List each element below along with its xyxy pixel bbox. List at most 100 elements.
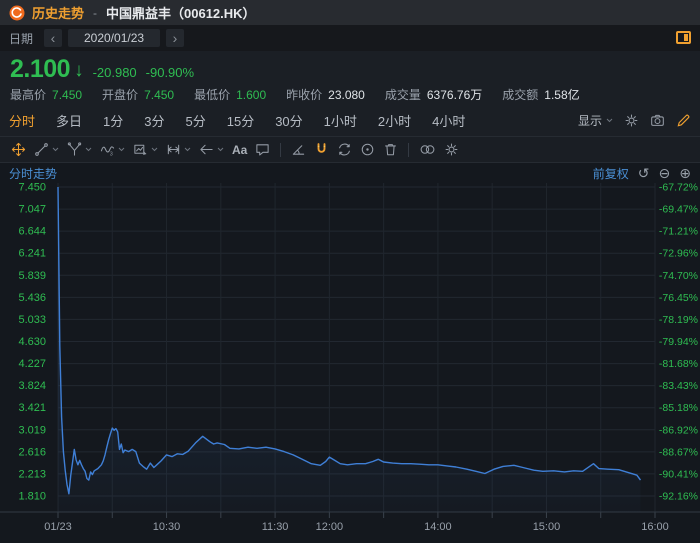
y-axis-price-label: 5.839: [18, 270, 46, 282]
chart-area: 分时走势 前复权 ↺ ⊖ ⊕ 7.450 -67.72% 7.047 -69.47% 6…: [0, 163, 700, 543]
stat-label: 最高价: [10, 88, 47, 102]
x-axis-time-label: 14:00: [424, 521, 452, 533]
wave-tool[interactable]: 3: [96, 137, 129, 162]
next-date-button[interactable]: ›: [166, 29, 185, 47]
zoom-out-icon[interactable]: ⊖: [659, 166, 671, 180]
camera-icon[interactable]: [650, 113, 665, 128]
y-axis-percent-label: -76.45%: [659, 292, 698, 304]
period-tab-2小时[interactable]: 2小时: [378, 111, 411, 130]
y-axis-percent-label: -86.92%: [659, 424, 698, 436]
x-axis-time-label: 01/23: [44, 521, 72, 533]
pitchfork-tool[interactable]: [63, 137, 96, 162]
text-tool[interactable]: Aa: [228, 137, 251, 162]
period-tab-bar: 分时 多日 1分 3分 5分 15分 30分 1小时 2小时 4小时 显示: [0, 105, 700, 137]
drawing-toolbar: 3 Aa: [0, 137, 700, 163]
last-price: 2.100: [10, 55, 71, 83]
trend-line-tool[interactable]: [30, 137, 63, 162]
price-area-fill: [58, 187, 641, 512]
stat-label: 昨收价: [286, 88, 323, 102]
x-axis-time-label: 15:00: [533, 521, 561, 533]
y-axis-percent-label: -74.70%: [659, 270, 698, 282]
chart-header: 分时走势 前复权 ↺ ⊖ ⊕: [0, 163, 700, 183]
y-axis-percent-label: -79.94%: [659, 336, 698, 348]
x-axis-time-label: 10:30: [153, 521, 181, 533]
swap-cycle-tool[interactable]: [333, 137, 356, 162]
x-axis-time-label: 16:00: [641, 521, 669, 533]
chevron-down-icon: [606, 118, 613, 123]
y-axis-price-label: 3.421: [18, 402, 46, 414]
stat-value: 1.58亿: [544, 88, 580, 102]
quote-stat: 开盘价 7.450: [102, 87, 174, 104]
chevron-down-icon: [85, 147, 92, 152]
y-axis-price-label: 5.033: [18, 314, 46, 326]
quote-stat: 成交量 6376.76万: [385, 87, 482, 104]
stock-name-title: 中国鼎益丰（00612.HK）: [106, 6, 256, 21]
stat-label: 开盘价: [102, 88, 139, 102]
angle-tool[interactable]: [287, 137, 310, 162]
period-tab-30分[interactable]: 30分: [275, 111, 302, 130]
stat-value: 6376.76万: [426, 88, 483, 102]
gear-tool[interactable]: [440, 137, 463, 162]
y-axis-price-label: 4.630: [18, 336, 46, 348]
title-separator: -: [93, 5, 98, 20]
measure-tool[interactable]: [162, 137, 195, 162]
pattern-tool[interactable]: [129, 137, 162, 162]
settings-gear-icon[interactable]: [624, 113, 639, 128]
comment-bubble-tool[interactable]: [251, 137, 274, 162]
period-tab-3分[interactable]: 3分: [144, 111, 164, 130]
quote-section: 2.100 ↓ -20.980 -90.90% 最高价 7.450 开盘价 7.450…: [0, 51, 700, 105]
y-axis-price-label: 1.810: [18, 491, 46, 503]
date-picker[interactable]: 2020/01/23: [68, 29, 161, 47]
magnet-tool[interactable]: [310, 137, 333, 162]
y-axis-price-label: 6.241: [18, 248, 46, 260]
trash-tool[interactable]: [379, 137, 402, 162]
prev-date-button[interactable]: ‹: [44, 29, 63, 47]
stat-label: 最低价: [194, 88, 231, 102]
period-tab-5分[interactable]: 5分: [186, 111, 206, 130]
historical-chart-window: 历史走势 - 中国鼎益丰（00612.HK） 日期 ‹ 2020/01/23 ›…: [0, 0, 700, 543]
period-tab-多日[interactable]: 多日: [56, 111, 82, 130]
text-tool-label: Aa: [232, 142, 248, 157]
y-axis-percent-label: -90.41%: [659, 468, 698, 480]
y-axis-percent-label: -67.72%: [659, 183, 698, 194]
pencil-edit-icon[interactable]: [676, 113, 691, 128]
move-tool[interactable]: [7, 137, 30, 162]
stat-value: 7.450: [144, 88, 175, 102]
y-axis-price-label: 3.019: [18, 424, 46, 436]
price-line: [57, 186, 642, 495]
undo-icon[interactable]: ↺: [638, 166, 650, 180]
link-circles-tool[interactable]: [415, 137, 440, 162]
period-tab-1分[interactable]: 1分: [103, 111, 123, 130]
chevron-down-icon: [184, 147, 191, 152]
period-tab-1小时[interactable]: 1小时: [324, 111, 357, 130]
y-axis-price-label: 2.616: [18, 446, 46, 458]
date-label: 日期: [9, 31, 34, 46]
zoom-in-icon[interactable]: ⊕: [679, 166, 691, 180]
target-tool[interactable]: [356, 137, 379, 162]
stat-value: 7.450: [52, 88, 83, 102]
quote-stat: 最低价 1.600: [194, 87, 266, 104]
quote-stat: 成交额 1.58亿: [502, 87, 579, 104]
y-axis-percent-label: -88.67%: [659, 446, 698, 458]
chevron-down-icon: [118, 147, 125, 152]
down-arrow-icon: ↓: [74, 60, 84, 81]
display-dropdown[interactable]: 显示: [578, 112, 613, 129]
period-tab-15分[interactable]: 15分: [227, 111, 254, 130]
period-tab-分时[interactable]: 分时: [9, 111, 35, 130]
side-panel-toggle-icon[interactable]: [676, 31, 691, 44]
period-tab-4小时[interactable]: 4小时: [432, 111, 465, 130]
y-axis-price-label: 6.644: [18, 226, 46, 238]
y-axis-price-label: 5.436: [18, 292, 46, 304]
stat-label: 成交额: [502, 88, 539, 102]
y-axis-percent-label: -71.21%: [659, 226, 698, 238]
y-axis-price-label: 2.213: [18, 468, 46, 480]
stat-value: 1.600: [236, 88, 267, 102]
y-axis-price-label: 7.450: [18, 183, 46, 194]
arrow-tool[interactable]: [195, 137, 228, 162]
intraday-price-chart[interactable]: 7.450 -67.72% 7.047 -69.47% 6.644 -71.21% 6.24…: [0, 183, 700, 543]
y-axis-percent-label: -92.16%: [659, 491, 698, 503]
y-axis-percent-label: -81.68%: [659, 358, 698, 370]
adjust-mode-toggle[interactable]: 前复权: [593, 165, 629, 182]
x-axis-time-label: 11:30: [262, 521, 289, 533]
quote-stats-row: 最高价 7.450 开盘价 7.450 最低价 1.600 昨收价 23.080 成交量 6376…: [10, 87, 690, 104]
